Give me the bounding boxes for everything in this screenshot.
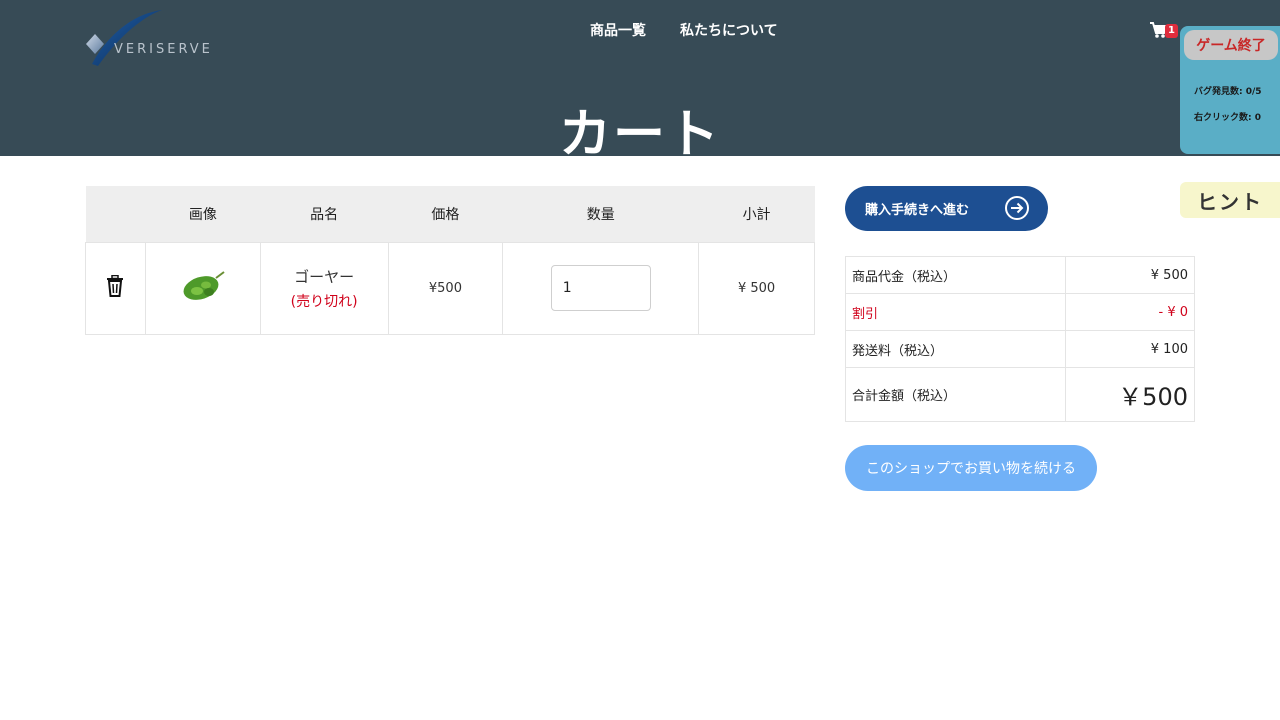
order-summary: 商品代金（税込） ¥ 500 割引 - ¥ 0 発送料（税込） ¥ 100 合計… <box>845 256 1195 422</box>
veriserve-logo[interactable]: VERISERVE <box>84 6 244 70</box>
right-click-count-text: 右クリック数: 0 <box>1194 113 1261 123</box>
nav-products-link[interactable]: 商品一覧 <box>590 20 646 40</box>
column-header-quantity: 数量 <box>502 186 699 243</box>
item-subtotal: ¥ 500 <box>698 241 815 335</box>
summary-label: 発送料（税込） <box>845 330 1066 368</box>
column-header-subtotal: 小計 <box>698 186 815 243</box>
summary-total-value: ￥500 <box>1065 367 1195 422</box>
summary-label: 合計金額（税込） <box>845 367 1066 422</box>
bug-count-text: バグ発見数: 0/5 <box>1194 87 1262 97</box>
quantity-input[interactable] <box>550 265 651 311</box>
summary-row-shipping: 発送料（税込） ¥ 100 <box>845 330 1195 368</box>
summary-row-discount: 割引 - ¥ 0 <box>845 293 1195 331</box>
summary-value: - ¥ 0 <box>1065 293 1195 331</box>
cart-table: 画像 品名 価格 数量 小計 ゴーヤー (売り切れ) ¥500 1 ¥ 500 <box>85 186 815 335</box>
item-price: ¥500 <box>387 241 504 335</box>
checkout-button-label: 購入手続きへ進む <box>865 203 970 218</box>
column-header-name: 品名 <box>260 186 389 243</box>
summary-row-items: 商品代金（税込） ¥ 500 <box>845 256 1195 294</box>
quantity-cell <box>502 241 700 335</box>
summary-row-total: 合計金額（税込） ￥500 <box>845 367 1195 422</box>
cart-item-row: ゴーヤー (売り切れ) ¥500 ¥ 500 <box>85 241 815 335</box>
continue-shopping-button[interactable]: このショップでお買い物を続ける <box>845 445 1097 491</box>
cart-count-badge: 1 <box>1165 24 1178 38</box>
cart-table-header: 画像 品名 価格 数量 小計 <box>85 186 815 243</box>
summary-value: ¥ 100 <box>1065 330 1195 368</box>
main-nav: 商品一覧 私たちについて <box>590 20 778 40</box>
game-end-button[interactable]: ゲーム終了 <box>1184 30 1278 60</box>
column-header-price: 価格 <box>388 186 503 243</box>
item-name[interactable]: ゴーヤー <box>261 266 388 287</box>
column-header-image: 画像 <box>145 186 261 243</box>
logo-mark-icon <box>86 10 162 66</box>
game-panel: ゲーム終了 バグ発見数: 0/5 右クリック数: 0 <box>1180 26 1280 154</box>
summary-label: 商品代金（税込） <box>845 256 1066 294</box>
nav-about-link[interactable]: 私たちについて <box>680 20 778 40</box>
checkout-button[interactable]: 購入手続きへ進む <box>845 186 1048 231</box>
summary-label: 割引 <box>845 293 1066 331</box>
logo-text: VERISERVE <box>114 42 213 57</box>
trash-icon[interactable] <box>106 274 124 297</box>
arrow-right-circle-icon <box>1005 196 1029 220</box>
sold-out-label: (売り切れ) <box>290 293 358 310</box>
column-header-delete <box>85 186 146 243</box>
summary-value: ¥ 500 <box>1065 256 1195 294</box>
site-header: VERISERVE 商品一覧 私たちについて 1 カート <box>0 0 1280 165</box>
name-cell: ゴーヤー (売り切れ) <box>259 241 389 335</box>
bitter-melon-image[interactable] <box>180 266 226 306</box>
delete-cell <box>85 241 146 335</box>
hint-button[interactable]: ヒント <box>1180 182 1280 218</box>
image-cell <box>144 241 261 335</box>
page-title: カート <box>558 105 721 165</box>
